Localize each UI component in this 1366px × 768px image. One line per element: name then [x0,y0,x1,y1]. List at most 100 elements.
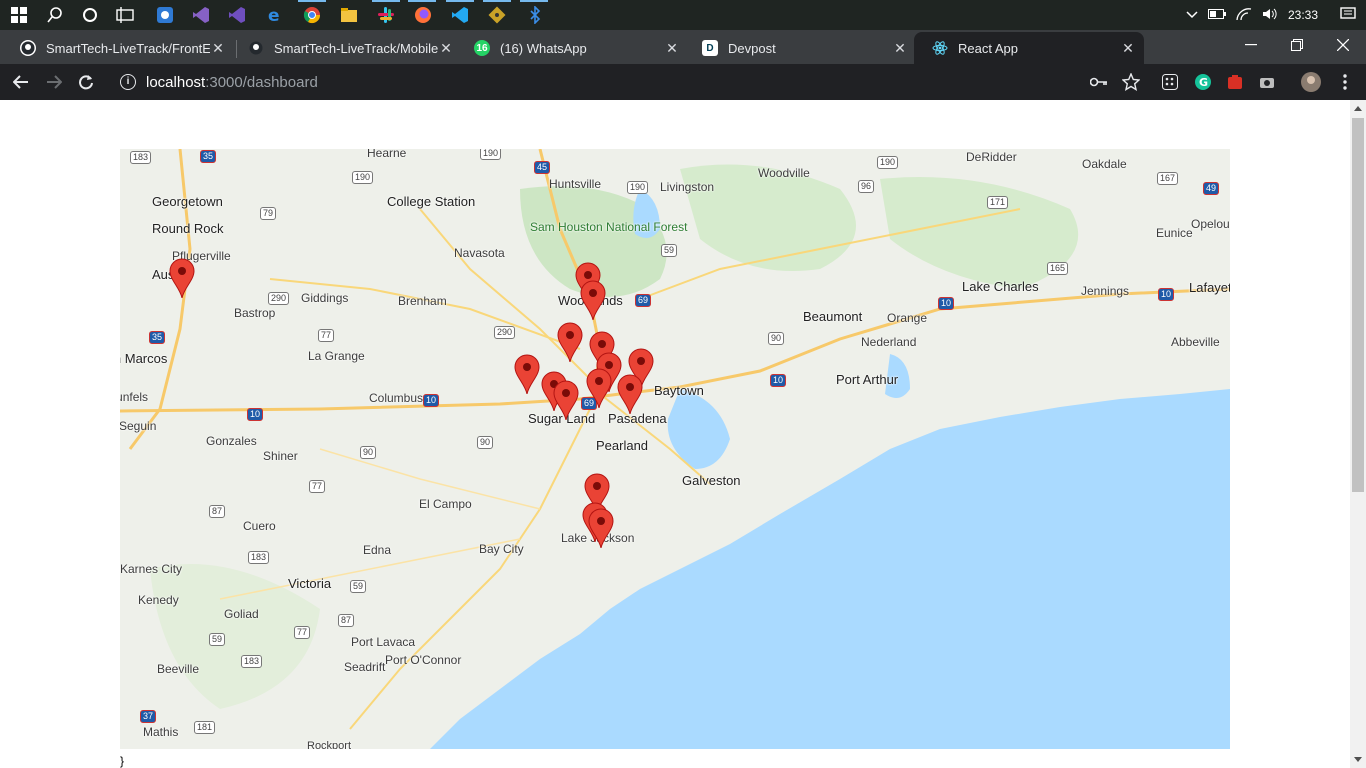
highway-shield: 59 [661,244,678,257]
url-text[interactable]: localhost:3000/dashboard [146,74,318,91]
map-marker[interactable] [586,368,612,408]
battery-icon[interactable] [1207,8,1226,22]
close-tab-icon[interactable]: ✕ [438,40,454,57]
visual-studio-icon[interactable] [190,4,212,26]
file-explorer-icon[interactable] [338,4,360,26]
map-label: Victoria [288,576,332,591]
map-marker[interactable] [514,354,540,394]
map-label: Nederland [861,335,917,349]
highway-shield: 290 [494,326,516,339]
map-label: Edna [363,543,392,557]
highway-shield: 165 [1047,262,1069,275]
github-icon [248,40,264,56]
map-label: Mathis [143,725,179,739]
close-tab-icon[interactable]: ✕ [1120,40,1136,57]
map-label: Opelousas [1191,217,1230,231]
map-label: Woodville [758,166,810,180]
address-bar[interactable]: i localhost:3000/dashboard [110,68,1120,96]
tab-react-app[interactable]: React App ✕ [914,32,1144,64]
close-tab-icon[interactable]: ✕ [892,40,908,57]
profile-avatar[interactable] [1301,72,1321,92]
map-label: Livingston [660,180,715,194]
restore-button[interactable] [1274,30,1320,60]
task-view-icon[interactable] [114,4,136,26]
bookmark-star-icon[interactable] [1121,72,1141,92]
map-label-park: Sam Houston National Forest [530,220,688,234]
map-marker[interactable] [588,508,614,548]
map-label: Rockport [307,740,352,749]
camera-icon[interactable] [1257,72,1277,92]
url-host: localhost [146,73,206,91]
map-marker[interactable] [169,258,195,298]
chevron-up-icon[interactable] [1186,8,1198,22]
grammarly-icon[interactable]: G [1193,72,1213,92]
map-label: Navasota [454,246,505,260]
highway-shield: 90 [768,332,785,345]
map-label: Jennings [1081,284,1130,298]
clock[interactable]: 23:33 [1288,8,1318,22]
key-icon[interactable] [1089,72,1109,92]
map-label: Port Lavaca [351,635,416,649]
tab-whatsapp[interactable]: 16 (16) WhatsApp ✕ [456,32,688,64]
map-marker[interactable] [553,380,579,420]
google-map[interactable]: Hearne Huntsville Livingston Woodville D… [120,149,1230,749]
visual-studio-code-insiders-icon[interactable] [226,4,248,26]
page-scrollbar[interactable] [1350,100,1366,768]
git-icon[interactable] [486,4,508,26]
browser-blue-icon[interactable] [154,4,176,26]
interstate-shield: 35 [149,331,166,344]
highway-shield: 87 [209,505,226,518]
blackberry-extension-icon[interactable] [1160,72,1180,92]
forward-button[interactable] [43,71,65,93]
tab-title: SmartTech-LiveTrack/Mobile-A [274,40,438,56]
map-label: Columbus [369,391,424,405]
system-tray: 23:33 [1186,0,1366,30]
close-tab-icon[interactable]: ✕ [664,40,680,57]
map-label: Karnes City [120,562,183,576]
map-marker[interactable] [557,322,583,362]
map-marker[interactable] [580,280,606,320]
interstate-shield: 49 [1203,182,1220,195]
map-label: Orange [887,311,928,325]
close-window-button[interactable] [1320,30,1366,60]
tab-title: (16) WhatsApp [500,40,587,56]
map-marker[interactable] [617,374,643,414]
bluetooth-icon[interactable] [524,4,546,26]
cortana-icon[interactable] [79,4,101,26]
highway-shield: 171 [987,196,1009,209]
close-tab-icon[interactable]: ✕ [210,40,226,57]
svg-text:G: G [1199,76,1208,89]
notifications-icon[interactable] [1340,6,1356,24]
scrollbar-thumb[interactable] [1352,118,1364,492]
map-label: Seguin [120,419,157,433]
stray-brace-text: } [120,754,125,768]
site-info-icon[interactable]: i [120,74,136,90]
highway-shield: 59 [209,633,226,646]
chrome-icon[interactable] [301,4,323,26]
back-button[interactable] [10,71,32,93]
vscode-icon[interactable] [449,4,471,26]
firefox-icon[interactable] [412,4,434,26]
edge-icon[interactable]: e [264,4,286,26]
windows-start-icon[interactable] [8,4,30,26]
tab-devpost[interactable]: D Devpost ✕ [684,32,916,64]
menu-kebab-icon[interactable] [1335,72,1355,92]
devpost-icon: D [702,40,718,56]
wifi-icon[interactable] [1236,7,1252,23]
map-label: Abbeville [1171,335,1220,349]
highway-shield: 59 [350,580,367,593]
minimize-button[interactable] [1228,30,1274,60]
search-icon[interactable] [44,4,66,26]
volume-icon[interactable] [1262,8,1278,23]
tab-github-mobile[interactable]: SmartTech-LiveTrack/Mobile-A ✕ [230,32,462,64]
interstate-shield: 45 [534,161,551,174]
slack-icon[interactable] [375,4,397,26]
highway-shield: 79 [260,207,277,220]
map-label: Bay City [479,542,524,556]
map-label: Lafayette [1189,280,1230,295]
reload-button[interactable] [75,71,97,93]
tab-github-frontend[interactable]: SmartTech-LiveTrack/FrontEnd ✕ [2,32,234,64]
extension-red-icon[interactable] [1225,72,1245,92]
highway-shield: 90 [360,446,377,459]
map-label: Goliad [224,607,259,621]
